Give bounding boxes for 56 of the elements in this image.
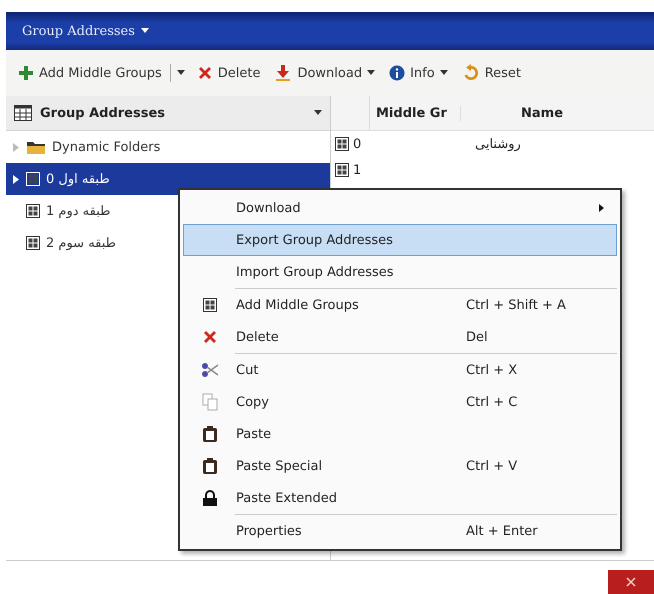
window-title[interactable]: Group Addresses <box>22 24 135 38</box>
download-icon <box>274 64 292 82</box>
menu-item[interactable]: Export Group Addresses <box>183 224 617 256</box>
panel-header[interactable]: Group Addresses <box>6 96 330 131</box>
caret-icon <box>314 110 322 116</box>
menu-item[interactable]: Paste Special Ctrl + V <box>183 450 617 482</box>
shortcut-text: Ctrl + Shift + A <box>466 298 567 312</box>
toolbar-button[interactable]: Download <box>268 61 382 85</box>
grid-icon <box>335 163 349 177</box>
menu-item[interactable]: Import Group Addresses <box>183 256 617 288</box>
caret-icon <box>176 70 185 76</box>
menu-item[interactable]: Properties Alt + Enter <box>183 515 617 547</box>
tree-item[interactable]: Dynamic Folders <box>6 131 330 163</box>
lock-icon <box>202 489 218 507</box>
menu-item[interactable]: Add Middle Groups Ctrl + Shift + A <box>183 289 617 321</box>
shortcut-text: Alt + Enter <box>466 524 539 538</box>
grid-icon <box>203 298 217 312</box>
shortcut-text: Ctrl + C <box>466 394 518 410</box>
info-icon <box>389 65 406 81</box>
shortcut-text: Ctrl + V <box>466 458 518 474</box>
grid-icon <box>335 137 349 151</box>
column-header[interactable]: Name <box>461 106 568 120</box>
table-cell: 0 <box>353 136 362 152</box>
shortcut-text: Ctrl + X <box>466 362 518 378</box>
grid-icon <box>26 172 40 186</box>
toolbar-button[interactable]: Add Middle Groups <box>18 62 168 84</box>
reset-icon <box>462 64 480 82</box>
shortcut-text: Del <box>466 330 489 344</box>
delete-icon <box>202 329 218 345</box>
plus-icon <box>18 65 34 81</box>
folder-icon <box>26 139 46 155</box>
copy-icon <box>202 393 218 411</box>
toolbar-button[interactable]: Reset <box>456 61 528 85</box>
menu-item[interactable]: Copy Ctrl + C <box>183 386 617 418</box>
caret-icon <box>140 28 149 34</box>
table-cell: 1 <box>353 162 362 178</box>
grid-icon <box>26 236 40 250</box>
toolbar-button[interactable]: Delete <box>190 62 266 84</box>
caret-icon <box>367 70 376 76</box>
close-icon <box>626 577 636 587</box>
table-icon <box>14 105 32 121</box>
menu-item[interactable]: Cut Ctrl + X <box>183 354 617 386</box>
grid-icon <box>26 204 40 218</box>
clipboard-icon <box>202 457 218 475</box>
menu-item[interactable]: Paste Extended <box>183 482 617 514</box>
caret-icon <box>440 70 448 76</box>
tree-item[interactable]: 0 طبقه اول <box>6 163 330 195</box>
table-cell-text: روشنایی <box>474 136 521 152</box>
menu-item[interactable]: Delete Del <box>183 321 617 353</box>
delete-icon <box>196 65 213 81</box>
menu-item[interactable]: Paste <box>183 418 617 450</box>
clipboard-icon <box>202 425 218 443</box>
scissors-icon <box>201 362 219 378</box>
menu-item[interactable]: Download <box>183 192 617 224</box>
toolbar-button[interactable]: Info <box>383 62 454 84</box>
column-header[interactable]: Middle Gr <box>370 106 461 120</box>
